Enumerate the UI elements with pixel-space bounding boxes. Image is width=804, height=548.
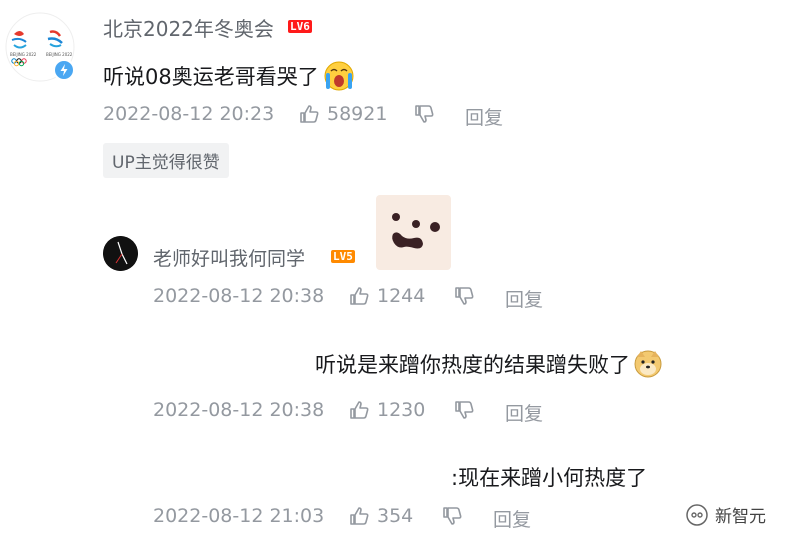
reply-button[interactable]: 回复: [493, 505, 531, 532]
thumbs-down-icon: [415, 105, 434, 123]
watermark: 新智元: [685, 502, 766, 527]
like-button[interactable]: 354: [348, 505, 413, 527]
like-button[interactable]: 1230: [348, 399, 425, 421]
reply-text: 听说是来蹭你热度的结果蹭失败了: [315, 349, 663, 379]
dislike-button[interactable]: [453, 399, 475, 421]
avatar-he-tongxue[interactable]: [103, 236, 138, 271]
dislike-button[interactable]: [413, 103, 435, 125]
reply-text: :现在来蹭小何热度了: [451, 466, 648, 490]
up-liked-tag: UP主觉得很赞: [103, 143, 229, 178]
like-button[interactable]: 1244: [348, 285, 425, 307]
reply-time: 2022-08-12 20:38: [153, 399, 325, 421]
watermark-text: 新智元: [715, 507, 766, 527]
thumbs-up-icon: [350, 287, 369, 305]
comment-time: 2022-08-12 20:23: [103, 103, 275, 125]
up-liked-tag-label: UP主觉得很赞: [112, 153, 220, 173]
reply-time: 2022-08-12 21:03: [153, 505, 325, 527]
reply-time: 2022-08-12 20:38: [153, 285, 325, 307]
thumbs-up-icon: [300, 105, 319, 123]
like-count: 58921: [327, 103, 388, 125]
level-badge: LV6: [288, 20, 312, 33]
sticker-face-image: [376, 195, 451, 270]
thumbs-up-icon: [350, 507, 369, 525]
reply-meta: 2022-08-12 21:03 354 回复: [153, 505, 573, 531]
crying-emoji-icon: [323, 60, 355, 92]
doge-emoji-icon: [633, 349, 663, 379]
svg-text:BEIJING 2022: BEIJING 2022: [46, 52, 73, 57]
reply-meta: 2022-08-12 20:38 1244 回复: [153, 285, 553, 311]
thumbs-up-icon: [350, 401, 369, 419]
reply-username[interactable]: 老师好叫我何同学: [153, 244, 305, 271]
comment-username[interactable]: 北京2022年冬奥会: [103, 13, 274, 42]
wechat-official-account-icon: [686, 503, 708, 526]
reply-button[interactable]: 回复: [505, 285, 543, 312]
thumbs-down-icon: [455, 287, 474, 305]
level-badge: LV5: [331, 250, 355, 263]
thumbs-down-icon: [443, 507, 462, 525]
dislike-button[interactable]: [453, 285, 475, 307]
thumbs-down-icon: [455, 401, 474, 419]
reply-button[interactable]: 回复: [465, 103, 503, 130]
svg-text:BEIJING 2022: BEIJING 2022: [10, 52, 37, 57]
like-count: 354: [377, 505, 414, 527]
verified-badge-icon: [53, 59, 75, 81]
like-button[interactable]: 58921: [298, 103, 387, 125]
like-count: 1244: [377, 285, 426, 307]
comment-meta: 2022-08-12 20:23 58921 回复: [103, 103, 543, 129]
reply-meta: 2022-08-12 20:38 1230 回复: [153, 399, 553, 425]
dislike-button[interactable]: [441, 505, 463, 527]
comment-text: 听说08奥运老哥看哭了: [103, 60, 355, 92]
like-count: 1230: [377, 399, 426, 421]
reply-button[interactable]: 回复: [505, 399, 543, 426]
